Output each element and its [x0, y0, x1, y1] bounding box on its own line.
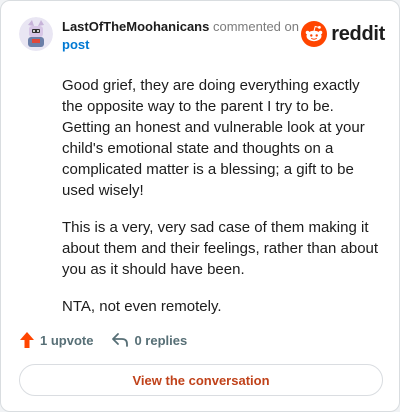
comment-actions: 1 upvote 0 replies: [19, 330, 205, 350]
comment-paragraph: Good grief, they are doing everything ex…: [62, 77, 365, 199]
comment-paragraph: This is a very, very sad case of them ma…: [62, 219, 379, 278]
attribution: LastOfTheMoohanicans commented on post: [62, 18, 312, 54]
avatar[interactable]: [19, 17, 53, 51]
upvote-arrow-icon: [20, 332, 34, 348]
comment-header: LastOfTheMoohanicans commented on post r…: [19, 17, 385, 57]
replies-button[interactable]: 0 replies: [111, 332, 187, 348]
reply-icon: [112, 333, 129, 347]
commented-on-text: commented on: [212, 19, 299, 34]
post-link[interactable]: post: [62, 36, 312, 54]
upvote-count: 1 upvote: [40, 332, 94, 348]
view-conversation-button[interactable]: View the conversation: [19, 364, 383, 396]
upvote-button[interactable]: 1 upvote: [19, 331, 93, 349]
comment-paragraph: NTA, not even remotely.: [62, 298, 222, 315]
author-username[interactable]: LastOfTheMoohanicans: [62, 19, 209, 34]
comment-card: LastOfTheMoohanicans commented on post r…: [0, 0, 400, 412]
reply-count: 0 replies: [134, 332, 188, 348]
reddit-logo-icon: [301, 21, 328, 47]
reddit-brand[interactable]: reddit: [301, 19, 385, 49]
reddit-wordmark: reddit: [331, 22, 385, 45]
comment-body: Good grief, they are doing everything ex…: [62, 75, 382, 333]
